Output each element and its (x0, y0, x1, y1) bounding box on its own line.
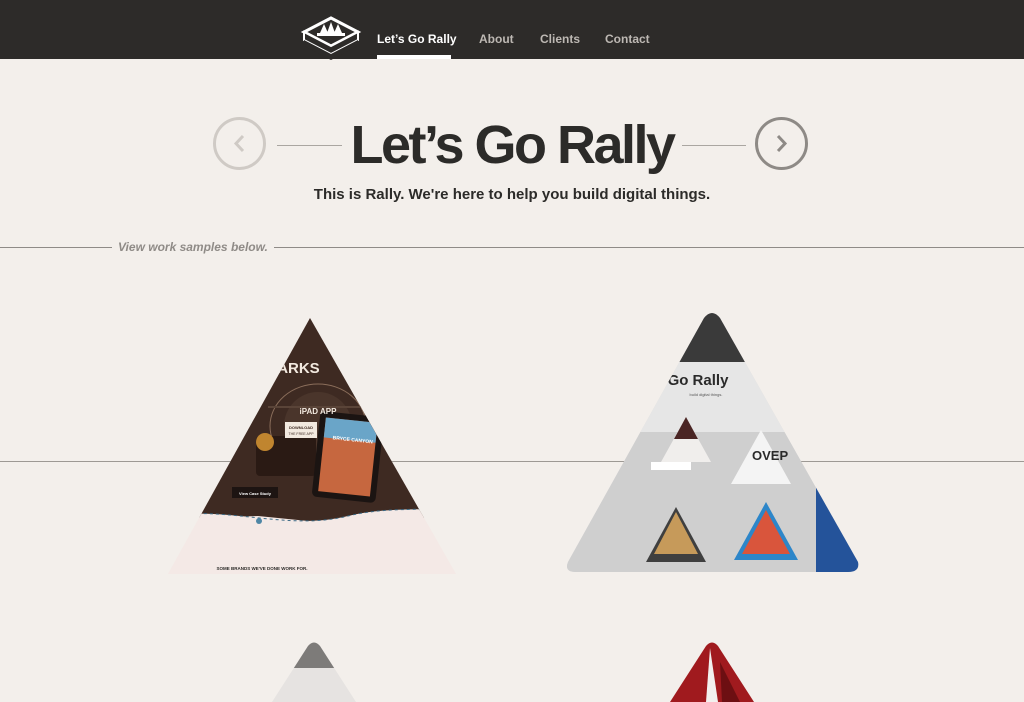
page-title-text: Let’s Go Rally (342, 115, 682, 175)
view-case-study-label: View Case Study (239, 491, 272, 496)
mid-divider (0, 461, 1024, 462)
ovep-label: OVEP (752, 448, 788, 463)
top-nav-bar: Let’s Go Rally About Clients Contact (0, 0, 1024, 60)
nav-item-contact[interactable]: Contact (605, 32, 650, 46)
work-sample-go-rally[interactable]: Go Rally build digital things. OVEP (566, 312, 860, 574)
rally-badge-icon[interactable] (300, 16, 362, 74)
page-title: Let’s Go Rally (0, 112, 1024, 178)
ipad-app-label: iPAD APP (300, 407, 338, 416)
work-sample-3[interactable] (272, 642, 356, 702)
active-nav-indicator (377, 55, 451, 59)
nav-item-about[interactable]: About (479, 32, 514, 46)
work-sample-parks[interactable]: PARKS iPAD APP DOWNLOAD THE FREE APP BRY… (168, 316, 458, 576)
work-samples-label: View work samples below. (112, 240, 274, 254)
download-label: DOWNLOAD (289, 425, 313, 430)
go-rally-sub: build digital things. (690, 392, 723, 397)
work-sample-4[interactable] (670, 642, 754, 702)
nav-item-lets-go-rally[interactable]: Let’s Go Rally (377, 32, 457, 46)
nav-item-clients[interactable]: Clients (540, 32, 580, 46)
tagline: This is Rally. We're here to help you bu… (313, 186, 711, 203)
brands-label: SOME BRANDS WE'VE DONE WORK FOR. (216, 566, 307, 571)
free-app-label: THE FREE APP (288, 432, 314, 436)
go-rally-heading: Go Rally (668, 372, 730, 389)
parks-heading: PARKS (268, 360, 319, 377)
